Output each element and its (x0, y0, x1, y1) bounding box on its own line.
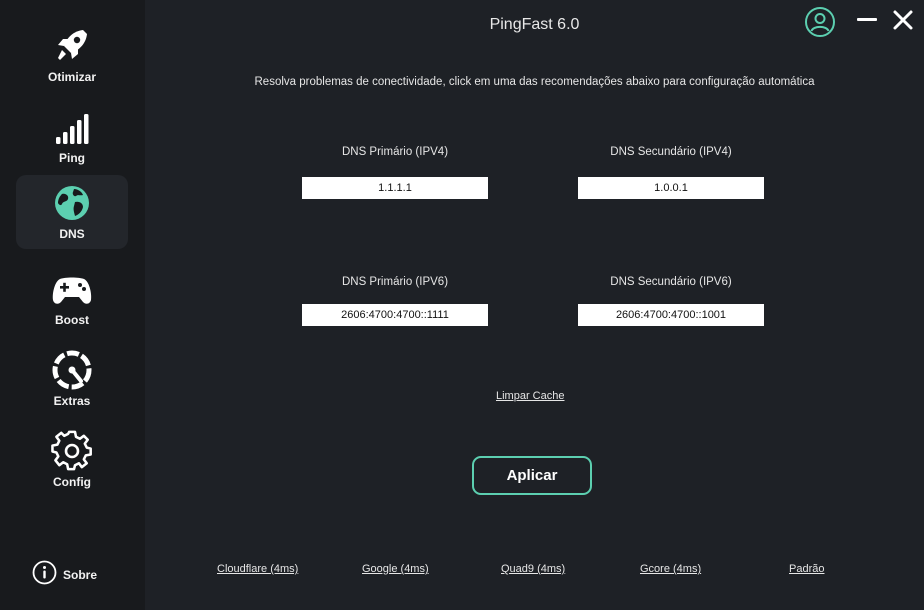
sidebar-item-label: Ping (59, 151, 85, 165)
preset-cloudflare-link[interactable]: Cloudflare (4ms) (217, 563, 298, 575)
apply-button[interactable]: Aplicar (472, 456, 592, 495)
globe-icon (50, 181, 94, 225)
info-icon (32, 560, 57, 590)
sidebar-item-dns[interactable]: DNS (16, 175, 128, 249)
user-icon (805, 7, 835, 37)
clear-cache-link[interactable]: Limpar Cache (496, 390, 564, 402)
main-panel: PingFast 6.0 Resolva problemas de conect… (145, 0, 924, 610)
account-button[interactable] (804, 6, 836, 43)
sidebar-item-config[interactable]: Config (16, 423, 128, 497)
sidebar-item-boost[interactable]: Boost (16, 261, 128, 335)
close-icon (893, 10, 913, 30)
dns-secondary-ipv4-input[interactable] (578, 177, 764, 199)
dns-primary-ipv6-input[interactable] (302, 304, 488, 326)
preset-quad9-link[interactable]: Quad9 (4ms) (501, 563, 565, 575)
preset-google-link[interactable]: Google (4ms) (362, 563, 429, 575)
sidebar-item-label: DNS (59, 227, 85, 241)
minimize-button[interactable] (856, 12, 878, 33)
sidebar-item-label: Boost (55, 313, 89, 327)
sidebar-item-otimizar[interactable]: Otimizar (16, 18, 128, 92)
rocket-icon (50, 24, 94, 68)
sidebar-item-label: Otimizar (47, 70, 96, 84)
dns-secondary-ipv4-label: DNS Secundário (IPV4) (610, 146, 732, 158)
dns-primary-ipv4-label: DNS Primário (IPV4) (341, 146, 449, 158)
dns-secondary-ipv6-label: DNS Secundário (IPV6) (610, 276, 732, 288)
sidebar-item-extras[interactable]: Extras (16, 342, 128, 416)
preset-gcore-link[interactable]: Gcore (4ms) (640, 563, 701, 575)
close-button[interactable] (892, 9, 914, 36)
signal-bars-icon (50, 105, 94, 149)
preset-default-link[interactable]: Padrão (789, 563, 824, 575)
instructions-text: Resolva problemas de conectividade, clic… (254, 76, 815, 88)
sidebar-item-label: Config (53, 475, 91, 489)
dns-primary-ipv6-label: DNS Primário (IPV6) (341, 276, 449, 288)
gear-icon (50, 429, 94, 473)
sidebar-item-label: Extras (53, 394, 91, 408)
about-label: Sobre (63, 568, 98, 582)
minimize-icon (857, 18, 877, 21)
dns-secondary-ipv6-input[interactable] (578, 304, 764, 326)
sidebar-item-ping[interactable]: Ping (16, 99, 128, 173)
speedometer-icon (50, 348, 94, 392)
gamepad-icon (50, 267, 94, 311)
sidebar: Otimizar Ping DNS Boost Extras Config So… (0, 0, 145, 610)
dns-primary-ipv4-input[interactable] (302, 177, 488, 199)
about-button[interactable]: Sobre (32, 560, 97, 590)
